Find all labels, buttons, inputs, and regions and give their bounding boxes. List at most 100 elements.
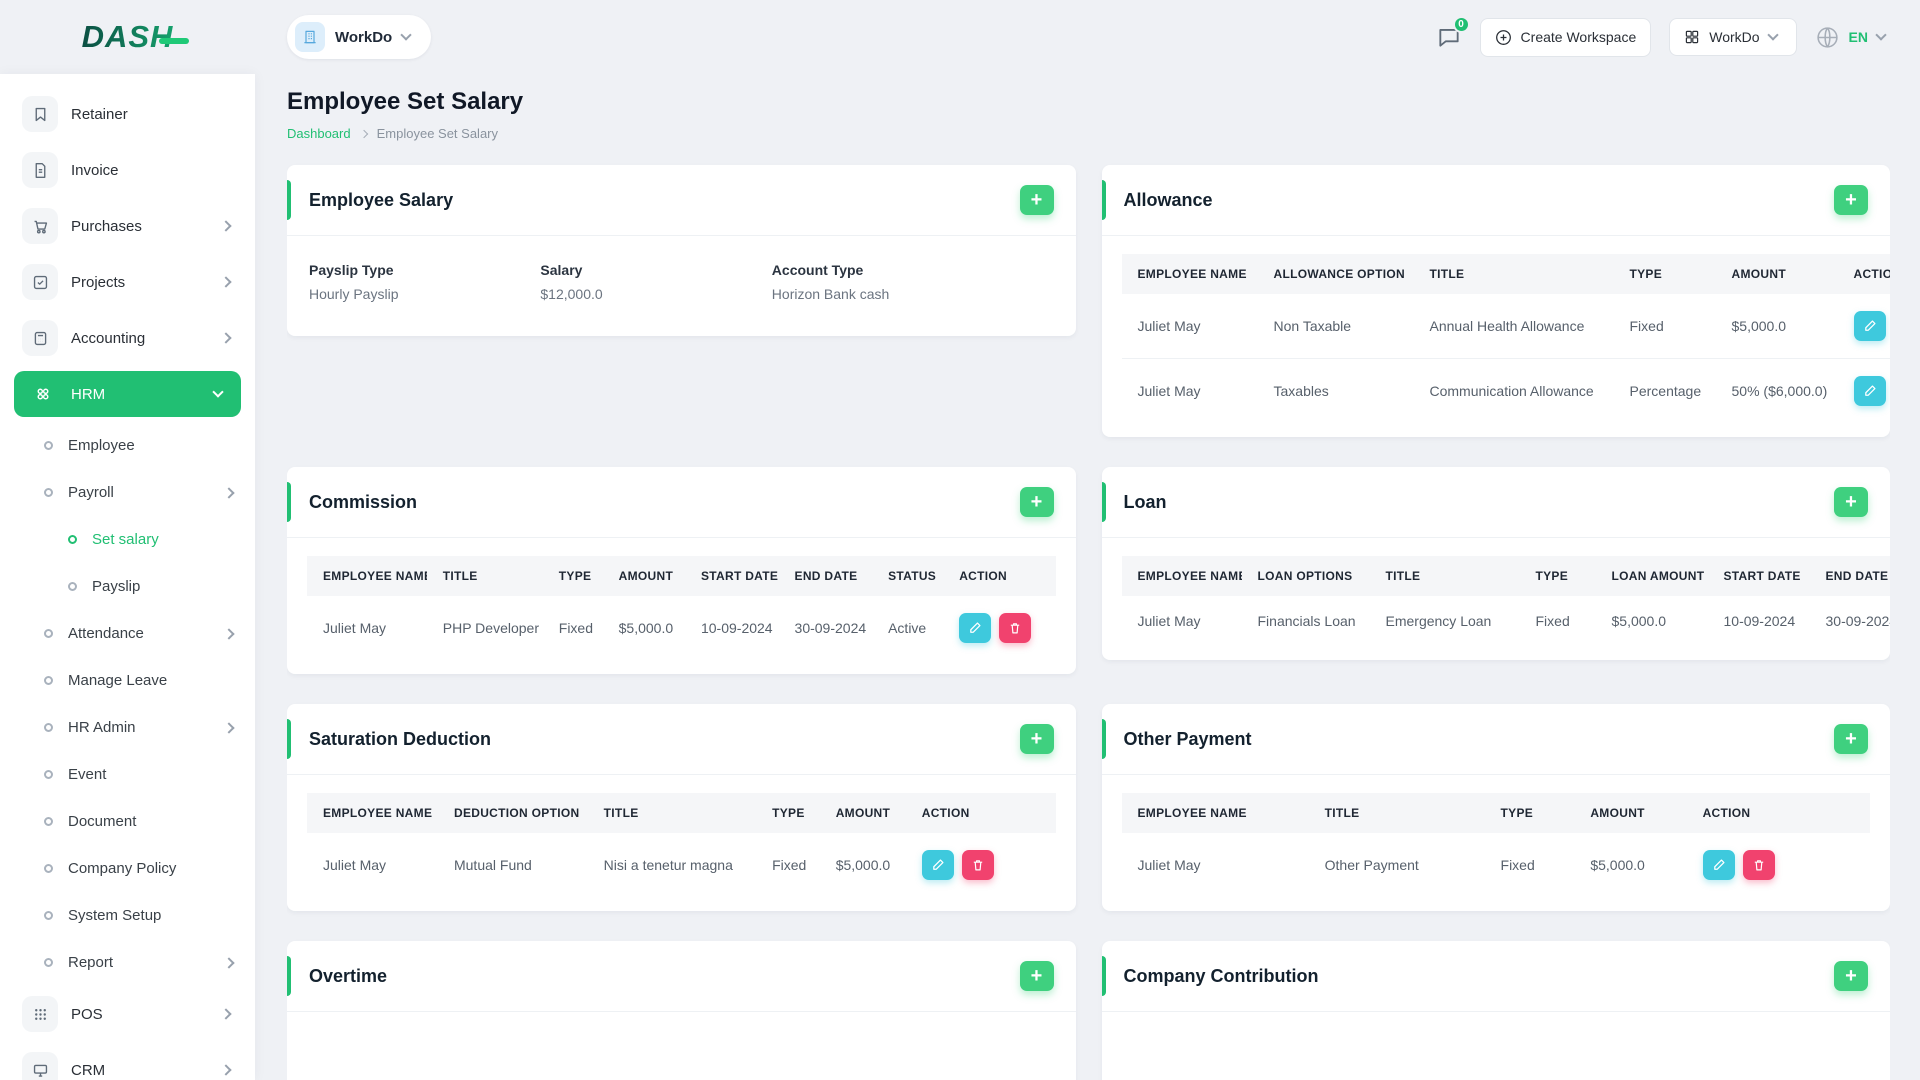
create-workspace-button[interactable]: Create Workspace xyxy=(1479,17,1652,57)
saturation-deduction-table-wrap: Employee Name Deduction Option Title Typ… xyxy=(287,775,1076,911)
sidebar-item-hrm[interactable]: HRM xyxy=(14,371,241,417)
sidebar-item-accounting[interactable]: Accounting xyxy=(0,310,255,366)
sidebar-item-label: HR Admin xyxy=(68,719,136,736)
column-header: End Date xyxy=(778,556,873,596)
allowance-table: Employee Name Allowance Option Title Typ… xyxy=(1121,254,1890,423)
sidebar-item-attendance[interactable]: Attendance xyxy=(0,610,255,657)
edit-button[interactable] xyxy=(1853,376,1886,406)
radio-dot-icon xyxy=(44,629,53,638)
sidebar-item-company-policy[interactable]: Company Policy xyxy=(0,845,255,892)
sidebar-item-projects[interactable]: Projects xyxy=(0,254,255,310)
commission-table-wrap: Employee Name Title Type Amount Start Da… xyxy=(287,538,1076,674)
workspace-selector[interactable]: WorkDo xyxy=(287,15,432,59)
workdo-menu-label: WorkDo xyxy=(1709,29,1760,45)
breadcrumb-dashboard-link[interactable]: Dashboard xyxy=(287,126,351,141)
plus-icon xyxy=(1845,966,1857,986)
messages-button[interactable]: 0 xyxy=(1436,16,1470,50)
card-header: Overtime xyxy=(287,941,1076,1012)
edit-button[interactable] xyxy=(1853,311,1886,341)
allowance-card: Allowance Employee Name Allowance Option… xyxy=(1101,165,1890,437)
column-header: Type xyxy=(1613,254,1716,294)
cell-title: Annual Health Allowance xyxy=(1429,318,1585,334)
add-overtime-button[interactable] xyxy=(1019,961,1054,991)
radio-dot-icon xyxy=(68,535,77,544)
cell-type: Fixed xyxy=(1500,857,1535,873)
table-row: Juliet May Financials Loan Emergency Loa… xyxy=(1122,596,1891,646)
add-commission-button[interactable] xyxy=(1019,487,1054,517)
column-header: Type xyxy=(1484,793,1575,833)
cell-allowance-option: Non Taxable xyxy=(1273,318,1352,334)
sidebar-item-manage-leave[interactable]: Manage Leave xyxy=(0,657,255,704)
column-header: Action xyxy=(1837,254,1890,294)
chevron-right-icon xyxy=(220,276,232,288)
column-header: Start Date xyxy=(1707,556,1810,596)
language-selector[interactable]: EN xyxy=(1815,25,1890,50)
card-title: Saturation Deduction xyxy=(309,728,492,749)
delete-button[interactable] xyxy=(999,613,1032,643)
sidebar-item-payslip[interactable]: Payslip xyxy=(0,563,255,610)
column-header: Title xyxy=(426,556,543,596)
sidebar-item-label: Payroll xyxy=(68,484,114,501)
sidebar-item-event[interactable]: Event xyxy=(0,751,255,798)
sidebar-item-hr-admin[interactable]: HR Admin xyxy=(0,704,255,751)
column-header: Action xyxy=(905,793,1056,833)
grid-icon xyxy=(1686,30,1699,44)
sidebar-item-crm[interactable]: CRM xyxy=(0,1042,255,1080)
edit-button[interactable] xyxy=(1702,850,1735,880)
add-other-payment-button[interactable] xyxy=(1834,724,1868,754)
add-saturation-deduction-button[interactable] xyxy=(1019,724,1054,754)
add-allowance-button[interactable] xyxy=(1834,185,1868,215)
sidebar-item-label: Purchases xyxy=(71,217,142,235)
cell-type: Fixed xyxy=(1629,318,1664,334)
field-salary: Salary $12,000.0 xyxy=(540,262,771,302)
workdo-menu-button[interactable]: WorkDo xyxy=(1669,18,1797,56)
monitor-icon xyxy=(22,1052,58,1080)
main-column: WorkDo 0 Create Workspace WorkDo EN Empl… xyxy=(255,0,1920,1080)
commission-card: Commission Employee Name Title Type Amou… xyxy=(287,467,1076,674)
trash-icon xyxy=(973,860,982,871)
radio-dot-icon xyxy=(44,770,53,779)
cell-amount: $5,000.0 xyxy=(618,620,674,636)
sidebar-item-set-salary[interactable]: Set salary xyxy=(0,516,255,563)
card-body xyxy=(287,1012,1076,1080)
delete-button[interactable] xyxy=(961,850,994,880)
column-header: End Date xyxy=(1809,556,1890,596)
sidebar-item-document[interactable]: Document xyxy=(0,798,255,845)
brand-logo[interactable]: DASH xyxy=(82,19,190,55)
column-header: Action xyxy=(943,556,1056,596)
cell-type: Fixed xyxy=(1535,613,1570,629)
cell-allowance-option: Taxables xyxy=(1257,358,1414,423)
grid-dots-icon xyxy=(22,996,58,1032)
chevron-right-icon xyxy=(223,721,235,734)
sidebar-item-system-setup[interactable]: System Setup xyxy=(0,892,255,939)
sidebar-item-report[interactable]: Report xyxy=(0,939,255,986)
radio-dot-icon xyxy=(44,864,53,873)
radio-dot-icon xyxy=(44,911,53,920)
add-employee-salary-button[interactable] xyxy=(1019,185,1054,215)
plus-icon xyxy=(1845,190,1857,210)
sidebar-item-payroll[interactable]: Payroll xyxy=(0,469,255,516)
delete-button[interactable] xyxy=(1742,850,1775,880)
sidebar-item-invoice[interactable]: Invoice xyxy=(0,142,255,198)
sidebar-item-employee[interactable]: Employee xyxy=(0,422,255,469)
sidebar-item-purchases[interactable]: Purchases xyxy=(0,198,255,254)
add-company-contribution-button[interactable] xyxy=(1834,961,1868,991)
card-title: Employee Salary xyxy=(309,189,454,210)
chevron-down-icon xyxy=(1766,29,1779,41)
sidebar-item-retainer[interactable]: Retainer xyxy=(0,86,255,142)
cell-title: PHP Developer xyxy=(442,620,539,636)
column-header: Title xyxy=(1413,254,1614,294)
employee-salary-card: Employee Salary Payslip Type Hourly Pays… xyxy=(287,165,1076,336)
edit-button[interactable] xyxy=(921,850,954,880)
field-label: Account Type xyxy=(771,262,864,278)
cell-loan-amount: $5,000.0 xyxy=(1611,613,1667,629)
radio-dot-icon xyxy=(44,441,53,450)
column-header: Start Date xyxy=(684,556,779,596)
sidebar-item-label: Manage Leave xyxy=(68,672,168,689)
sidebar-item-pos[interactable]: POS xyxy=(0,986,255,1042)
cell-employee-name: Juliet May xyxy=(1137,318,1201,334)
retainer-icon xyxy=(22,96,58,132)
chevron-right-icon xyxy=(223,956,235,969)
add-loan-button[interactable] xyxy=(1834,487,1868,517)
edit-button[interactable] xyxy=(959,613,992,643)
